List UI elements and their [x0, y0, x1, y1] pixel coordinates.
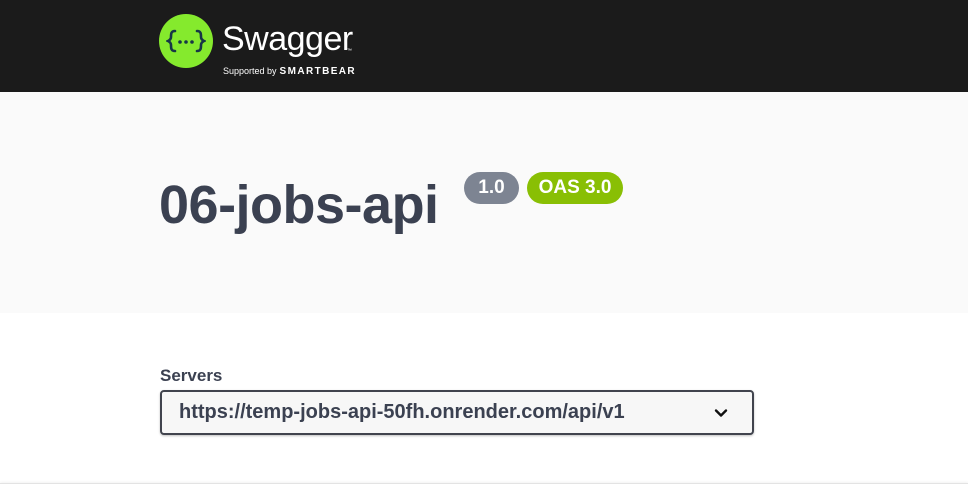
oas-badge: OAS 3.0: [527, 172, 623, 204]
swagger-braces-icon: [159, 14, 213, 68]
servers-label: Servers: [160, 366, 223, 385]
logo-tagline: Supported by SMARTBEAR: [223, 66, 356, 77]
smartbear-brand: SMARTBEAR: [279, 66, 357, 77]
supported-by-text: Supported by: [223, 66, 277, 76]
section-divider: [0, 483, 968, 491]
swagger-logo[interactable]: Swagger ™ Supported by SMARTBEAR: [159, 14, 382, 78]
server-selected-value: https://temp-jobs-api-50fh.onrender.com/…: [179, 401, 625, 423]
server-select[interactable]: https://temp-jobs-api-50fh.onrender.com/…: [160, 390, 754, 435]
api-info-section: 06-jobs-api 1.0 OAS 3.0: [0, 92, 968, 313]
version-badge: 1.0: [464, 172, 519, 204]
api-title: 06-jobs-api: [159, 175, 439, 235]
logo-wordmark: Swagger: [222, 20, 353, 58]
logo-trademark: ™: [347, 48, 352, 54]
top-bar: Swagger ™ Supported by SMARTBEAR: [0, 0, 968, 92]
chevron-down-icon: [714, 406, 728, 425]
